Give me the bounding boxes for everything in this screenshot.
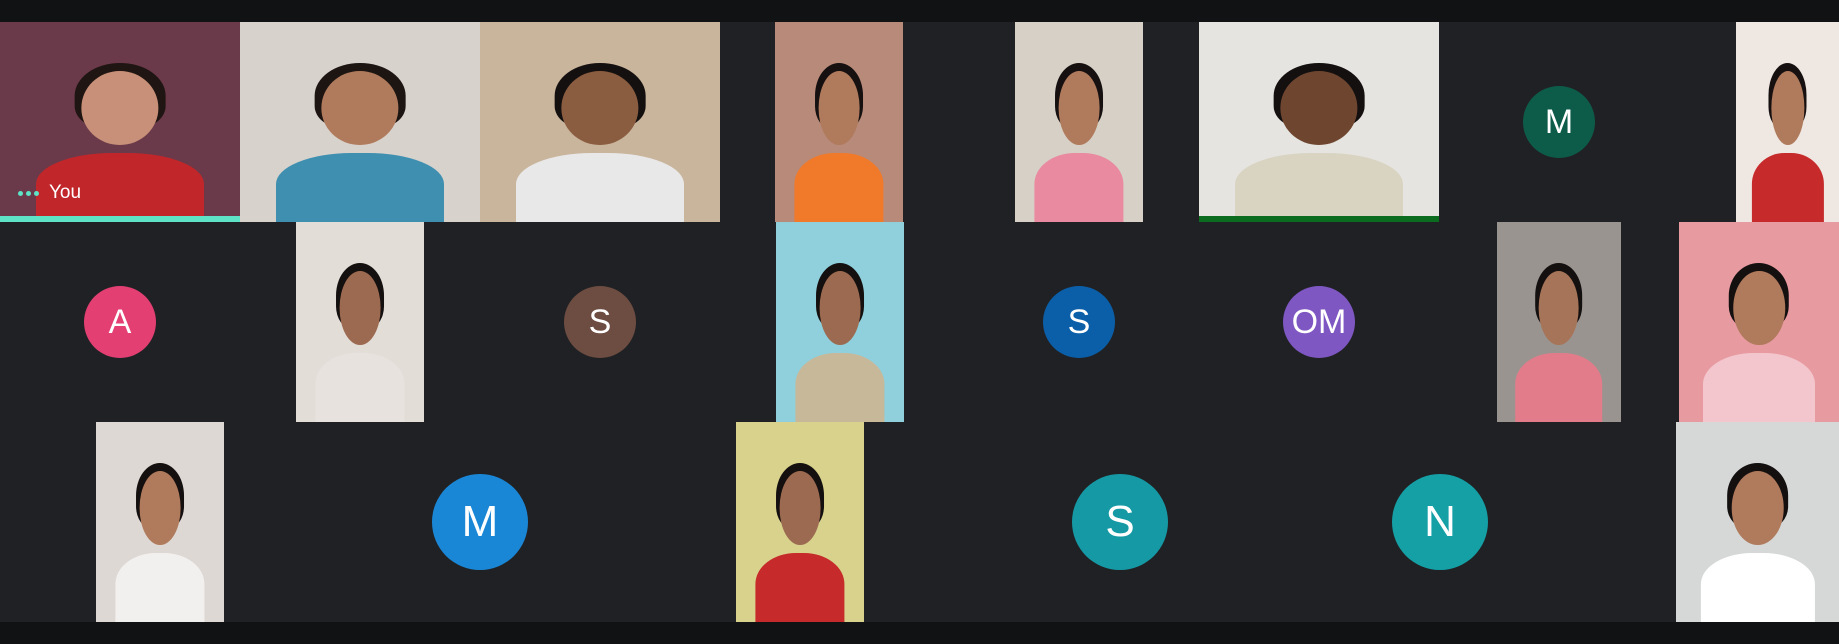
participant-tile-self[interactable]: You (0, 22, 240, 222)
participant-video (755, 458, 845, 622)
participant-tile[interactable] (1015, 22, 1143, 222)
participant-avatar: S (1043, 286, 1115, 358)
participant-video (1235, 58, 1403, 222)
participant-tile[interactable]: M (360, 422, 600, 622)
participant-avatar: S (1072, 474, 1168, 570)
participant-tile[interactable] (775, 22, 903, 222)
participant-video (1703, 258, 1815, 422)
participant-tile[interactable]: M (1439, 22, 1679, 222)
self-name: You (49, 182, 82, 203)
participant-video (794, 58, 884, 222)
participant-avatar: A (84, 286, 156, 358)
participant-tile[interactable] (96, 422, 224, 622)
participant-tile[interactable] (1679, 222, 1839, 422)
participant-avatar: M (432, 474, 528, 570)
participant-tile[interactable]: S (1000, 422, 1240, 622)
participant-video (115, 458, 205, 622)
participant-video (1700, 458, 1815, 622)
participant-video (795, 258, 885, 422)
participant-tile[interactable] (480, 22, 720, 222)
participant-video (516, 58, 684, 222)
participant-avatar: N (1392, 474, 1488, 570)
participant-video (276, 58, 444, 222)
participant-avatar: M (1523, 86, 1595, 158)
participant-tile[interactable]: S (480, 222, 720, 422)
participant-tile[interactable] (296, 222, 424, 422)
participant-video (315, 258, 405, 422)
participant-tile[interactable] (1497, 222, 1621, 422)
participant-video (1034, 58, 1124, 222)
participant-tile[interactable] (240, 22, 480, 222)
participant-tile[interactable] (1736, 22, 1839, 222)
participant-video (1751, 58, 1824, 222)
participant-tile[interactable] (1199, 22, 1439, 222)
participant-video (1515, 258, 1603, 422)
self-label: You (18, 182, 81, 204)
participant-avatar: S (564, 286, 636, 358)
participant-grid: You M A S S OM M S N (0, 22, 1839, 622)
participant-avatar: OM (1283, 286, 1355, 358)
participant-tile[interactable]: N (1320, 422, 1560, 622)
more-options-icon[interactable] (18, 190, 39, 196)
participant-tile[interactable]: A (0, 222, 240, 422)
participant-tile[interactable] (1676, 422, 1839, 622)
participant-tile[interactable] (776, 222, 904, 422)
participant-tile[interactable]: OM (1199, 222, 1439, 422)
participant-tile[interactable] (736, 422, 864, 622)
participant-tile[interactable]: S (959, 222, 1199, 422)
